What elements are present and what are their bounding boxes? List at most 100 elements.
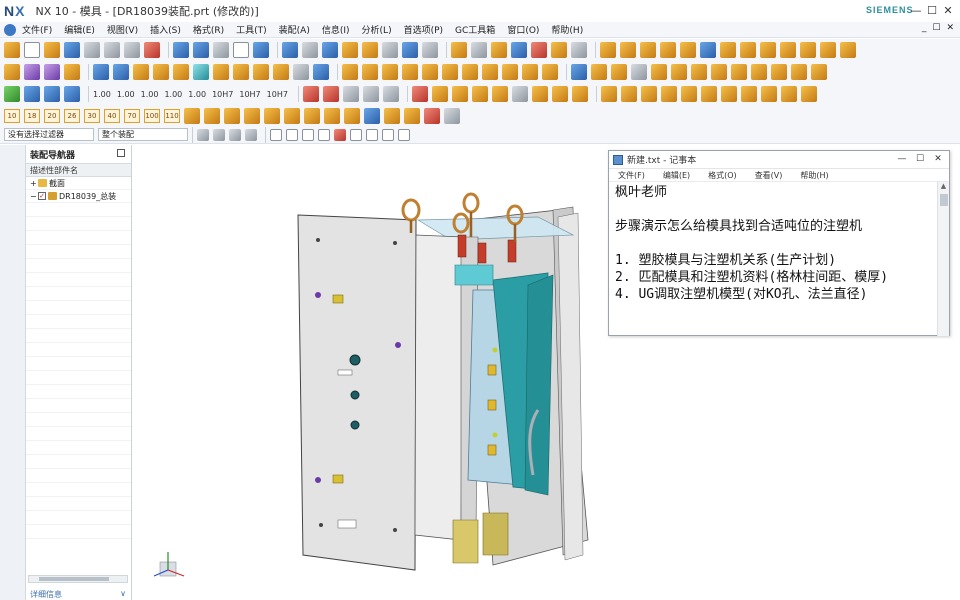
size-26-button[interactable]: 26 [64,109,80,123]
menu-window[interactable]: 窗口(O) [501,23,545,36]
zoom-icon[interactable] [302,42,318,58]
shell-icon[interactable] [700,86,717,102]
notepad-text-area[interactable]: 枫叶老师 步骤演示怎么给模具找到合适吨位的注塑机 1. 塑胶模具与注塑机关系(生… [609,182,937,336]
menu-info[interactable]: 信息(I) [316,23,356,36]
family-mold-icon[interactable] [720,42,736,58]
size-40-button[interactable]: 40 [104,109,120,123]
command-finder-icon[interactable] [233,42,249,58]
pocket-icon[interactable] [502,64,518,80]
plate-edit-icon[interactable] [264,108,280,124]
notepad-window[interactable]: 新建.txt - 记事本 — ☐ ✕ 文件(F) 编辑(E) 格式(O) 查看(… [608,150,950,336]
history-clock-icon[interactable] [5,335,21,351]
mold-cost-icon[interactable] [611,64,627,80]
mold-base-icon[interactable] [740,42,756,58]
spline-icon[interactable] [382,86,399,102]
layer-settings-icon[interactable] [451,42,467,58]
size-30-button[interactable]: 30 [84,109,100,123]
menu-edit[interactable]: 编辑(E) [58,23,101,36]
undo-icon[interactable] [173,42,189,58]
size-100-button[interactable]: 100 [144,109,160,123]
move-face-icon[interactable] [800,86,817,102]
add-component-icon[interactable] [731,64,747,80]
cylinder-icon[interactable] [471,86,488,102]
move-layer-icon[interactable] [471,42,487,58]
wcs-icon[interactable] [491,42,507,58]
select-face-icon[interactable] [213,128,225,141]
mold-csys-icon[interactable] [640,42,656,58]
minimize-button[interactable]: — [908,2,924,18]
notepad-close-button[interactable]: ✕ [931,153,945,165]
size-20-button[interactable]: 20 [44,109,60,123]
subtract-icon[interactable] [620,86,637,102]
offset-face-icon[interactable] [740,86,757,102]
notepad-maximize-button[interactable]: ☐ [913,153,927,165]
parting-line-icon[interactable] [133,64,149,80]
stop-icon[interactable] [411,86,428,102]
move-component-icon[interactable] [711,64,727,80]
expand-minus-icon[interactable]: − [30,192,38,201]
snap-intersection-icon[interactable] [318,128,330,141]
selection-scope-dropdown[interactable]: 整个装配 [98,128,188,141]
split-solid-icon[interactable] [44,64,60,80]
orient-view-icon[interactable] [362,42,378,58]
workpiece-icon[interactable] [680,42,696,58]
rotate-icon[interactable] [322,42,338,58]
snap-point-icon[interactable] [571,42,587,58]
tree-row-assembly[interactable]: − ✓ DR18039_总装 [26,190,131,203]
pan-icon[interactable] [342,42,358,58]
view-manager-icon[interactable] [571,64,587,80]
tolerance-icon[interactable] [631,64,647,80]
trim-solid-icon[interactable] [64,64,80,80]
define-core-icon[interactable] [273,64,289,80]
wave-link-icon[interactable] [791,64,807,80]
intersect-icon[interactable] [640,86,657,102]
cooling-fitting-icon[interactable] [402,64,418,80]
process-studio-icon[interactable] [5,387,21,403]
sub-insert-icon[interactable] [820,42,836,58]
constraint-navigator-icon[interactable] [5,205,21,221]
snap-midpoint-icon[interactable] [286,128,298,141]
ejector-pin-icon[interactable] [780,42,796,58]
copy-icon[interactable] [104,42,120,58]
chamfer-icon[interactable] [680,86,697,102]
cooling-extend-icon[interactable] [382,64,398,80]
open-folder-icon[interactable] [44,42,60,58]
plate-icon[interactable] [184,108,200,124]
core-cavity-icon[interactable] [233,64,249,80]
region-analysis-icon[interactable] [173,64,189,80]
notepad-vertical-scrollbar[interactable]: ▲ [937,182,949,336]
section-view-icon[interactable] [422,42,438,58]
repeat-command-icon[interactable] [213,42,229,58]
delete-icon[interactable] [144,42,160,58]
bom-icon[interactable] [522,64,538,80]
plate-align-icon[interactable] [324,108,340,124]
snap-center-icon[interactable] [334,128,346,141]
close-button[interactable]: ✕ [940,2,956,18]
shaded-icon[interactable] [402,42,418,58]
web-browser-icon[interactable] [5,309,21,325]
swap-model-icon[interactable] [293,64,309,80]
snap-quadrant-icon[interactable] [350,128,362,141]
define-cavity-icon[interactable] [253,64,269,80]
grid-array-icon[interactable] [113,64,129,80]
select-edge-icon[interactable] [229,128,241,141]
type-filter-dropdown[interactable]: 没有选择过滤器 [4,128,94,141]
cooling-channel-icon[interactable] [342,64,358,80]
cooling-plug-icon[interactable] [422,64,438,80]
backup-surface-icon[interactable] [313,64,329,80]
draft-icon[interactable] [720,86,737,102]
measure-distance-icon[interactable] [531,42,547,58]
plate-check-icon[interactable] [384,108,400,124]
menu-view[interactable]: 视图(V) [101,23,144,36]
menu-gc-toolkit[interactable]: GC工具箱 [449,23,501,36]
navigator-details-footer[interactable]: 详细信息 ∨ [26,589,132,600]
expand-plus-icon[interactable]: + [30,179,38,188]
mold-wizard-icon[interactable] [600,42,616,58]
size-70-button[interactable]: 70 [124,109,140,123]
system-materials-icon[interactable] [5,361,21,377]
unused-parts-icon[interactable] [591,64,607,80]
patch-surface-icon[interactable] [193,64,209,80]
cooling-check-icon[interactable] [462,64,478,80]
replace-component-icon[interactable] [811,64,827,80]
roles-icon[interactable] [5,413,21,429]
